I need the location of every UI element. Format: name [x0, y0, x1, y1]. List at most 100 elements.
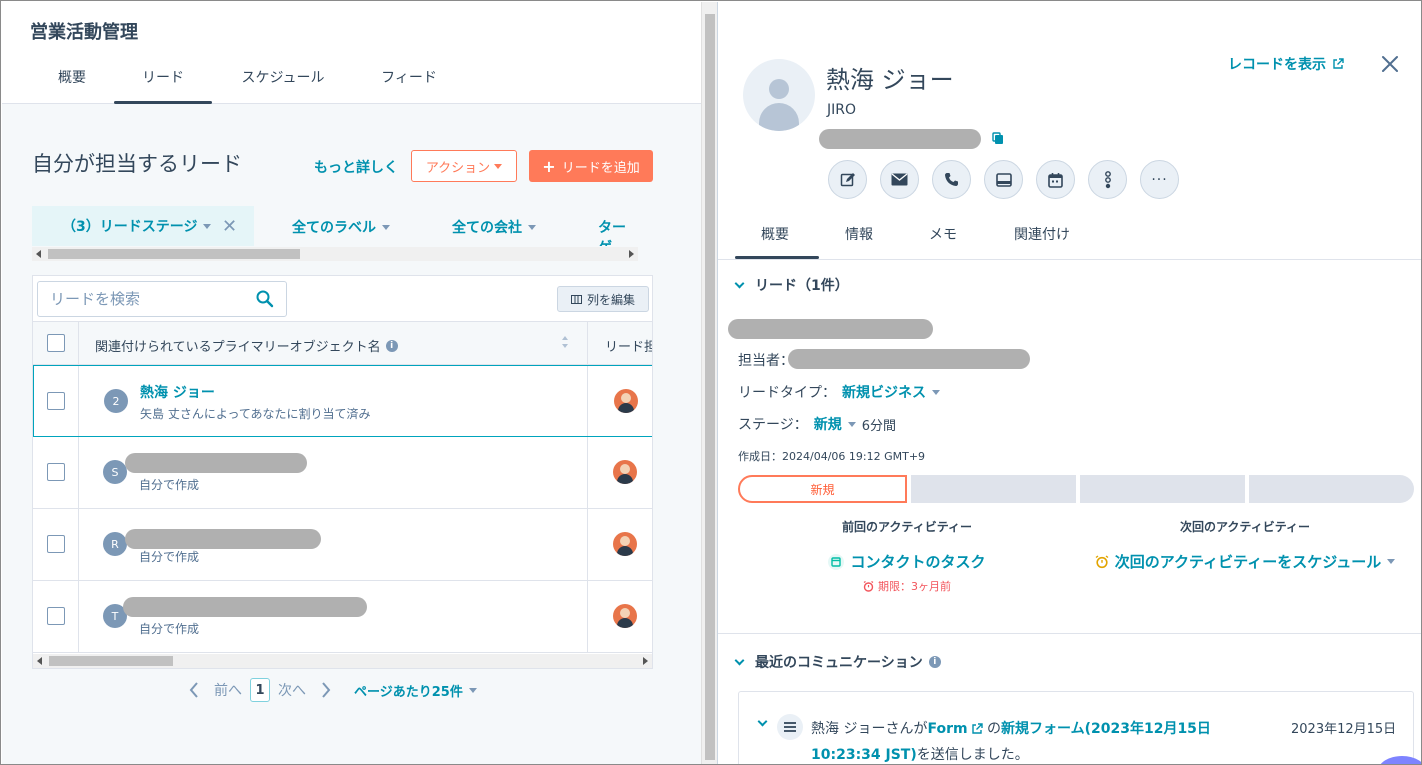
redacted-name	[123, 597, 367, 617]
external-link-icon	[971, 723, 983, 734]
add-lead-button[interactable]: + リードを追加	[529, 150, 653, 182]
note-button[interactable]	[828, 160, 867, 199]
record-tab-associations[interactable]: 関連付け	[1014, 224, 1070, 244]
record-tab-overview[interactable]: 概要	[761, 224, 789, 244]
copy-icon[interactable]	[992, 132, 1004, 145]
redacted-owner	[788, 349, 1030, 369]
record-tab-info[interactable]: 情報	[845, 224, 873, 244]
row-checkbox[interactable]	[47, 607, 65, 625]
column-header-owner[interactable]: リード担	[605, 336, 652, 355]
contact-subtitle: JIRO	[827, 102, 857, 118]
due-label: 期限：3ヶ月前	[878, 580, 951, 593]
meeting-button[interactable]	[984, 160, 1023, 199]
owner-avatar	[614, 389, 638, 413]
table-scrollbar[interactable]	[33, 654, 652, 668]
avatar: R	[103, 532, 127, 556]
lead-type-select[interactable]: 新規ビジネス	[842, 382, 940, 402]
row-checkbox[interactable]	[47, 535, 65, 553]
edit-columns-button[interactable]: 列を編集	[557, 286, 649, 312]
plus-icon: +	[542, 156, 556, 176]
edit-icon	[840, 172, 855, 186]
filter-labels[interactable]: 全てのラベル	[292, 217, 390, 237]
caret-down-icon	[932, 389, 940, 395]
filter-target[interactable]: ターゲ	[598, 217, 638, 246]
lead-type-row: リードタイプ： 新規ビジネス	[738, 382, 940, 402]
created-date: 作成日：2024/04/06 19:12 GMT+9	[738, 450, 926, 463]
row-title-link[interactable]: 熱海 ジョー	[140, 382, 215, 402]
stage-step[interactable]	[1249, 475, 1414, 503]
scroll-left-icon[interactable]	[36, 250, 41, 258]
form-link[interactable]: Form	[927, 716, 983, 742]
scrollbar-thumb[interactable]	[49, 656, 173, 666]
filter-lead-stage[interactable]: （3）リードステージ ✕	[32, 206, 254, 246]
view-record-link[interactable]: レコードを表示	[1228, 54, 1344, 74]
next-page-button[interactable]: 次へ	[278, 680, 306, 700]
clear-filter-icon[interactable]: ✕	[222, 216, 237, 237]
scroll-left-icon[interactable]	[37, 657, 42, 665]
redacted-email	[819, 129, 981, 149]
filter-scrollbar[interactable]	[32, 247, 638, 261]
info-icon[interactable]: i	[928, 656, 941, 668]
per-page-select[interactable]: ページあたり25件	[354, 681, 477, 700]
more-actions-button[interactable]: ···	[1140, 160, 1179, 199]
email-button[interactable]	[880, 160, 919, 199]
tab-feed[interactable]: フィード	[354, 64, 464, 104]
scrollbar-thumb[interactable]	[705, 14, 715, 760]
actions-label: アクション	[425, 160, 491, 176]
add-lead-label: リードを追加	[561, 160, 640, 176]
chevron-right-icon[interactable]	[320, 681, 332, 699]
communications-section-title: 最近のコミュニケーション	[755, 655, 923, 671]
row-subtitle: 自分で作成	[139, 478, 200, 492]
task-icon	[828, 553, 845, 570]
search-input[interactable]	[50, 290, 250, 308]
table-row[interactable]: T 自分で作成	[33, 581, 652, 653]
communication-date: 2023年12月15日	[1291, 722, 1397, 737]
communications-section-header[interactable]: 最近のコミュニケーション i	[734, 652, 941, 672]
close-icon[interactable]	[1378, 52, 1402, 76]
tab-leads[interactable]: リード	[114, 64, 212, 104]
record-tab-notes[interactable]: メモ	[929, 224, 957, 244]
sequence-button[interactable]	[1088, 160, 1127, 199]
filter-target-label: ターゲ	[598, 220, 626, 246]
previous-activity-link[interactable]: コンタクトのタスク	[738, 551, 1076, 572]
scrollbar-thumb[interactable]	[48, 249, 300, 259]
scroll-right-icon[interactable]	[643, 657, 648, 665]
page-number[interactable]: 1	[250, 678, 270, 702]
search-box[interactable]	[37, 281, 287, 317]
avatar: S	[103, 460, 127, 484]
lead-section-header[interactable]: リード（1件）	[734, 275, 849, 295]
column-header-name[interactable]: 関連付けられているプライマリーオブジェクト名 i	[95, 336, 398, 355]
chevron-left-icon[interactable]	[188, 681, 200, 699]
sort-icon[interactable]	[561, 334, 569, 350]
tab-overview[interactable]: 概要	[30, 64, 114, 104]
prev-page-button[interactable]: 前へ	[214, 680, 242, 700]
scroll-right-icon[interactable]	[629, 250, 634, 258]
more-details-link[interactable]: もっと詳しく	[314, 157, 398, 177]
filter-companies[interactable]: 全ての会社	[452, 217, 536, 237]
phone-icon	[945, 173, 958, 186]
next-activity: 次回のアクティビティー 次回のアクティビティーをスケジュール	[1076, 518, 1414, 572]
table-row[interactable]: 2 熱海 ジョー 矢島 丈さんによってあなたに割り当て済み	[33, 365, 652, 437]
actions-button[interactable]: アクション	[411, 150, 517, 182]
info-icon[interactable]: i	[385, 339, 398, 352]
schedule-button[interactable]	[1036, 160, 1075, 199]
table-row[interactable]: S 自分で作成	[33, 437, 652, 509]
call-button[interactable]	[932, 160, 971, 199]
row-checkbox[interactable]	[47, 392, 65, 410]
schedule-next-activity-link[interactable]: 次回のアクティビティーをスケジュール	[1076, 551, 1414, 572]
chevron-down-icon[interactable]	[757, 716, 768, 727]
edit-columns-label: 列を編集	[586, 292, 635, 307]
stage-step[interactable]	[1080, 475, 1245, 503]
columns-icon	[570, 294, 582, 304]
stage-step[interactable]	[911, 475, 1076, 503]
column-divider	[78, 581, 79, 652]
search-icon[interactable]	[256, 290, 274, 308]
stage-select[interactable]: 新規	[814, 414, 856, 434]
select-all-checkbox[interactable]	[47, 334, 65, 352]
row-checkbox[interactable]	[47, 463, 65, 481]
table-row[interactable]: R 自分で作成	[33, 509, 652, 581]
tab-schedule[interactable]: スケジュール	[212, 64, 354, 104]
page-scrollbar[interactable]	[701, 2, 717, 764]
stage-step-current[interactable]: 新規	[738, 475, 907, 503]
filter-bar: （3）リードステージ ✕ 全てのラベル 全ての会社 ターゲ	[32, 206, 638, 246]
